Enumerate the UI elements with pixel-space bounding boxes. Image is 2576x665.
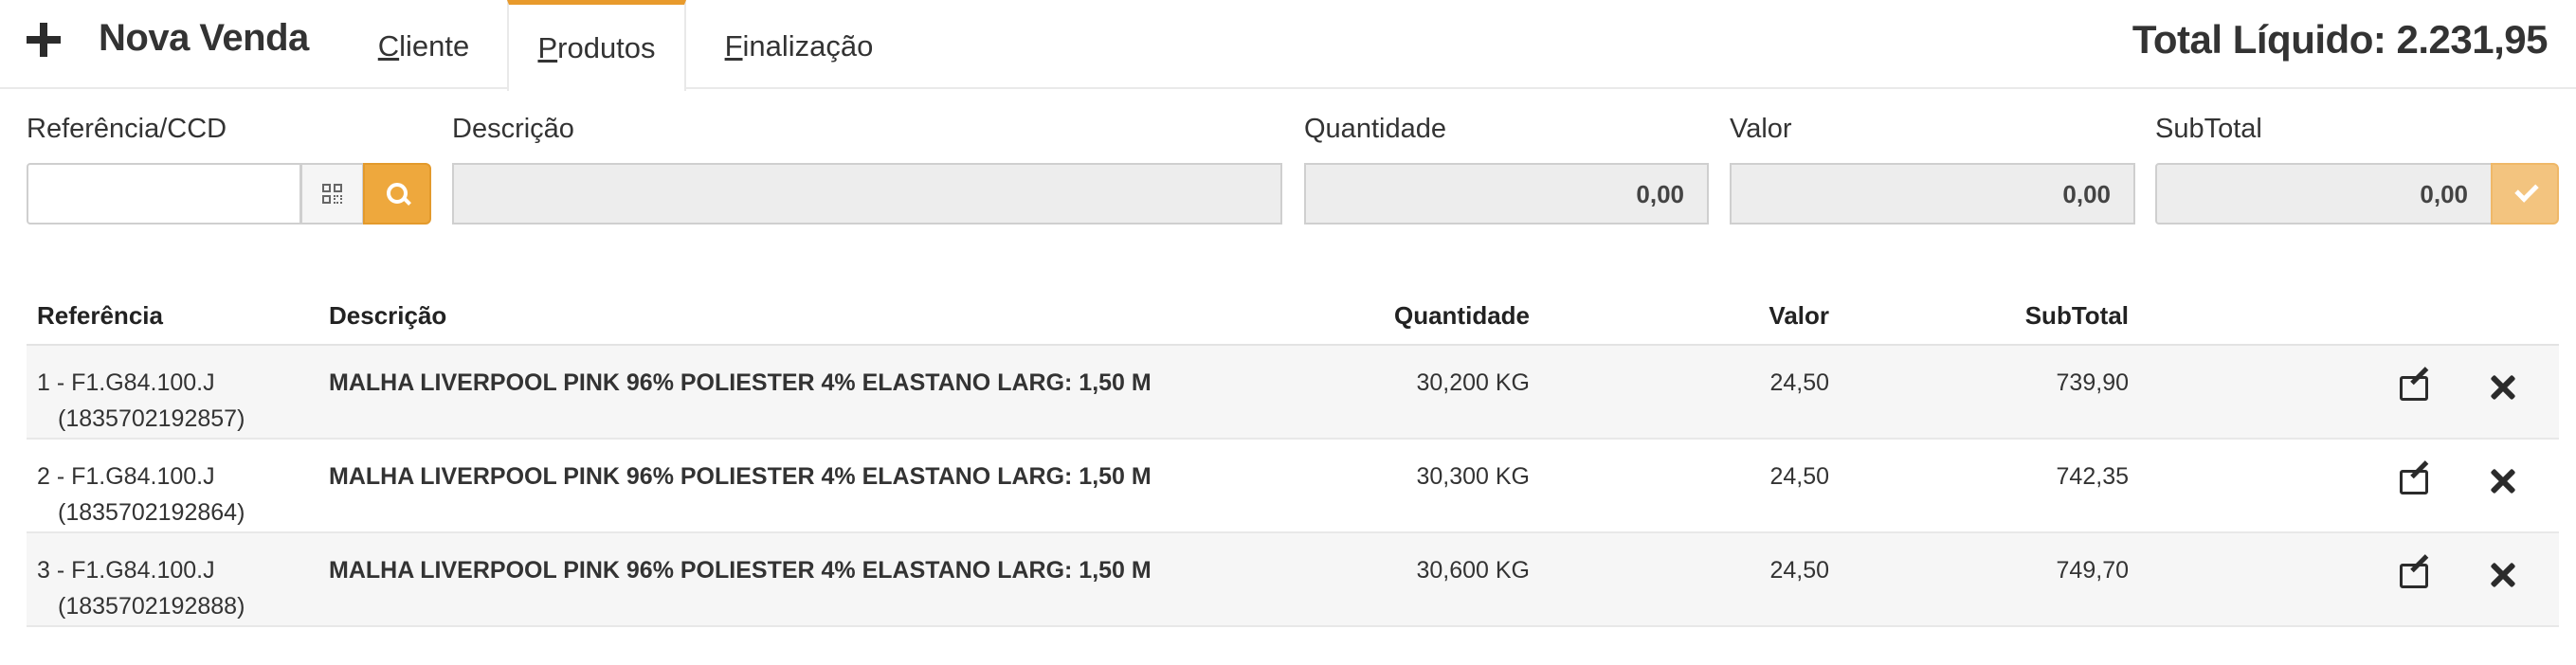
tab-produtos-label: rodutos bbox=[557, 31, 656, 64]
search-icon bbox=[387, 183, 411, 207]
valor-field: 0,00 bbox=[1730, 163, 2135, 225]
cell-desc: MALHA LIVERPOOL PINK 96% POLIESTER 4% EL… bbox=[329, 369, 1152, 396]
tab-cliente-accesskey: C bbox=[377, 29, 400, 63]
cell-ref: 1 - F1.G84.100.J (1835702192857) bbox=[37, 365, 321, 437]
th-desc: Descrição bbox=[329, 301, 447, 330]
page-header: Nova Venda Cliente Produtos Finalização … bbox=[0, 0, 2576, 91]
th-ref: Referência bbox=[37, 301, 163, 330]
edit-button[interactable] bbox=[2396, 464, 2434, 502]
ref-label: Referência/CCD bbox=[27, 114, 227, 144]
ref-input[interactable] bbox=[27, 163, 301, 225]
items-table: Referência Descrição Quantidade Valor Su… bbox=[27, 294, 2559, 627]
plus-icon[interactable] bbox=[27, 23, 61, 57]
tab-finalizacao-label: inalização bbox=[742, 29, 874, 63]
tab-produtos-accesskey: P bbox=[537, 31, 558, 64]
qrcode-icon bbox=[322, 184, 343, 205]
qtd-label: Quantidade bbox=[1304, 114, 1446, 144]
desc-field bbox=[452, 163, 1282, 225]
cell-valor: 24,50 bbox=[1769, 463, 1829, 490]
subtotal-field: 0,00 bbox=[2155, 163, 2493, 225]
edit-button[interactable] bbox=[2396, 558, 2434, 596]
desc-label: Descrição bbox=[452, 114, 574, 144]
cell-ref: 2 - F1.G84.100.J (1835702192864) bbox=[37, 458, 321, 530]
total-liquido: Total Líquido: 2.231,95 bbox=[2132, 17, 2549, 62]
tab-finalizacao[interactable]: Finalização bbox=[711, 0, 887, 89]
edit-button[interactable] bbox=[2396, 370, 2434, 408]
ref-text: 1 - F1.G84.100.J bbox=[37, 369, 215, 396]
barcode-text: (1835702192857) bbox=[58, 405, 245, 432]
barcode-text: (1835702192888) bbox=[58, 593, 245, 620]
tab-finalizacao-accesskey: F bbox=[724, 29, 743, 63]
delete-button[interactable] bbox=[2486, 464, 2520, 498]
check-icon bbox=[2514, 178, 2539, 203]
cell-subtotal: 742,35 bbox=[2056, 463, 2129, 490]
cell-qtd: 30,200 KG bbox=[1416, 369, 1530, 396]
th-valor: Valor bbox=[1769, 301, 1829, 330]
edit-icon bbox=[2400, 470, 2428, 494]
close-icon bbox=[2490, 468, 2516, 494]
table-row: 3 - F1.G84.100.J (1835702192888) MALHA L… bbox=[27, 533, 2559, 627]
edit-icon bbox=[2400, 376, 2428, 401]
table-header: Referência Descrição Quantidade Valor Su… bbox=[27, 294, 2559, 346]
confirm-button[interactable] bbox=[2491, 163, 2559, 225]
cell-subtotal: 749,70 bbox=[2056, 557, 2129, 584]
cell-desc: MALHA LIVERPOOL PINK 96% POLIESTER 4% EL… bbox=[329, 557, 1152, 584]
cell-qtd: 30,300 KG bbox=[1416, 463, 1530, 490]
edit-icon bbox=[2400, 564, 2428, 588]
cell-subtotal: 739,90 bbox=[2056, 369, 2129, 396]
close-icon bbox=[2490, 562, 2516, 588]
page-title: Nova Venda bbox=[99, 17, 309, 59]
ref-text: 2 - F1.G84.100.J bbox=[37, 463, 215, 490]
cell-desc: MALHA LIVERPOOL PINK 96% POLIESTER 4% EL… bbox=[329, 463, 1152, 490]
valor-label: Valor bbox=[1730, 114, 1792, 144]
table-row: 2 - F1.G84.100.J (1835702192864) MALHA L… bbox=[27, 440, 2559, 533]
cell-qtd: 30,600 KG bbox=[1416, 557, 1530, 584]
delete-button[interactable] bbox=[2486, 558, 2520, 592]
tab-produtos[interactable]: Produtos bbox=[507, 0, 686, 91]
tab-cliente[interactable]: Cliente bbox=[353, 0, 495, 89]
th-qtd: Quantidade bbox=[1393, 301, 1530, 330]
qrcode-button[interactable] bbox=[300, 163, 364, 225]
barcode-text: (1835702192864) bbox=[58, 499, 245, 526]
cell-valor: 24,50 bbox=[1769, 369, 1829, 396]
cell-ref: 3 - F1.G84.100.J (1835702192888) bbox=[37, 552, 321, 624]
delete-button[interactable] bbox=[2486, 370, 2520, 404]
cell-valor: 24,50 bbox=[1769, 557, 1829, 584]
ref-text: 3 - F1.G84.100.J bbox=[37, 557, 215, 584]
tab-cliente-label: liente bbox=[399, 29, 470, 63]
search-button[interactable] bbox=[363, 163, 431, 225]
table-row: 1 - F1.G84.100.J (1835702192857) MALHA L… bbox=[27, 346, 2559, 440]
th-subtotal: SubTotal bbox=[2024, 301, 2129, 330]
close-icon bbox=[2490, 374, 2516, 401]
subtotal-label: SubTotal bbox=[2155, 114, 2262, 144]
qtd-field: 0,00 bbox=[1304, 163, 1709, 225]
